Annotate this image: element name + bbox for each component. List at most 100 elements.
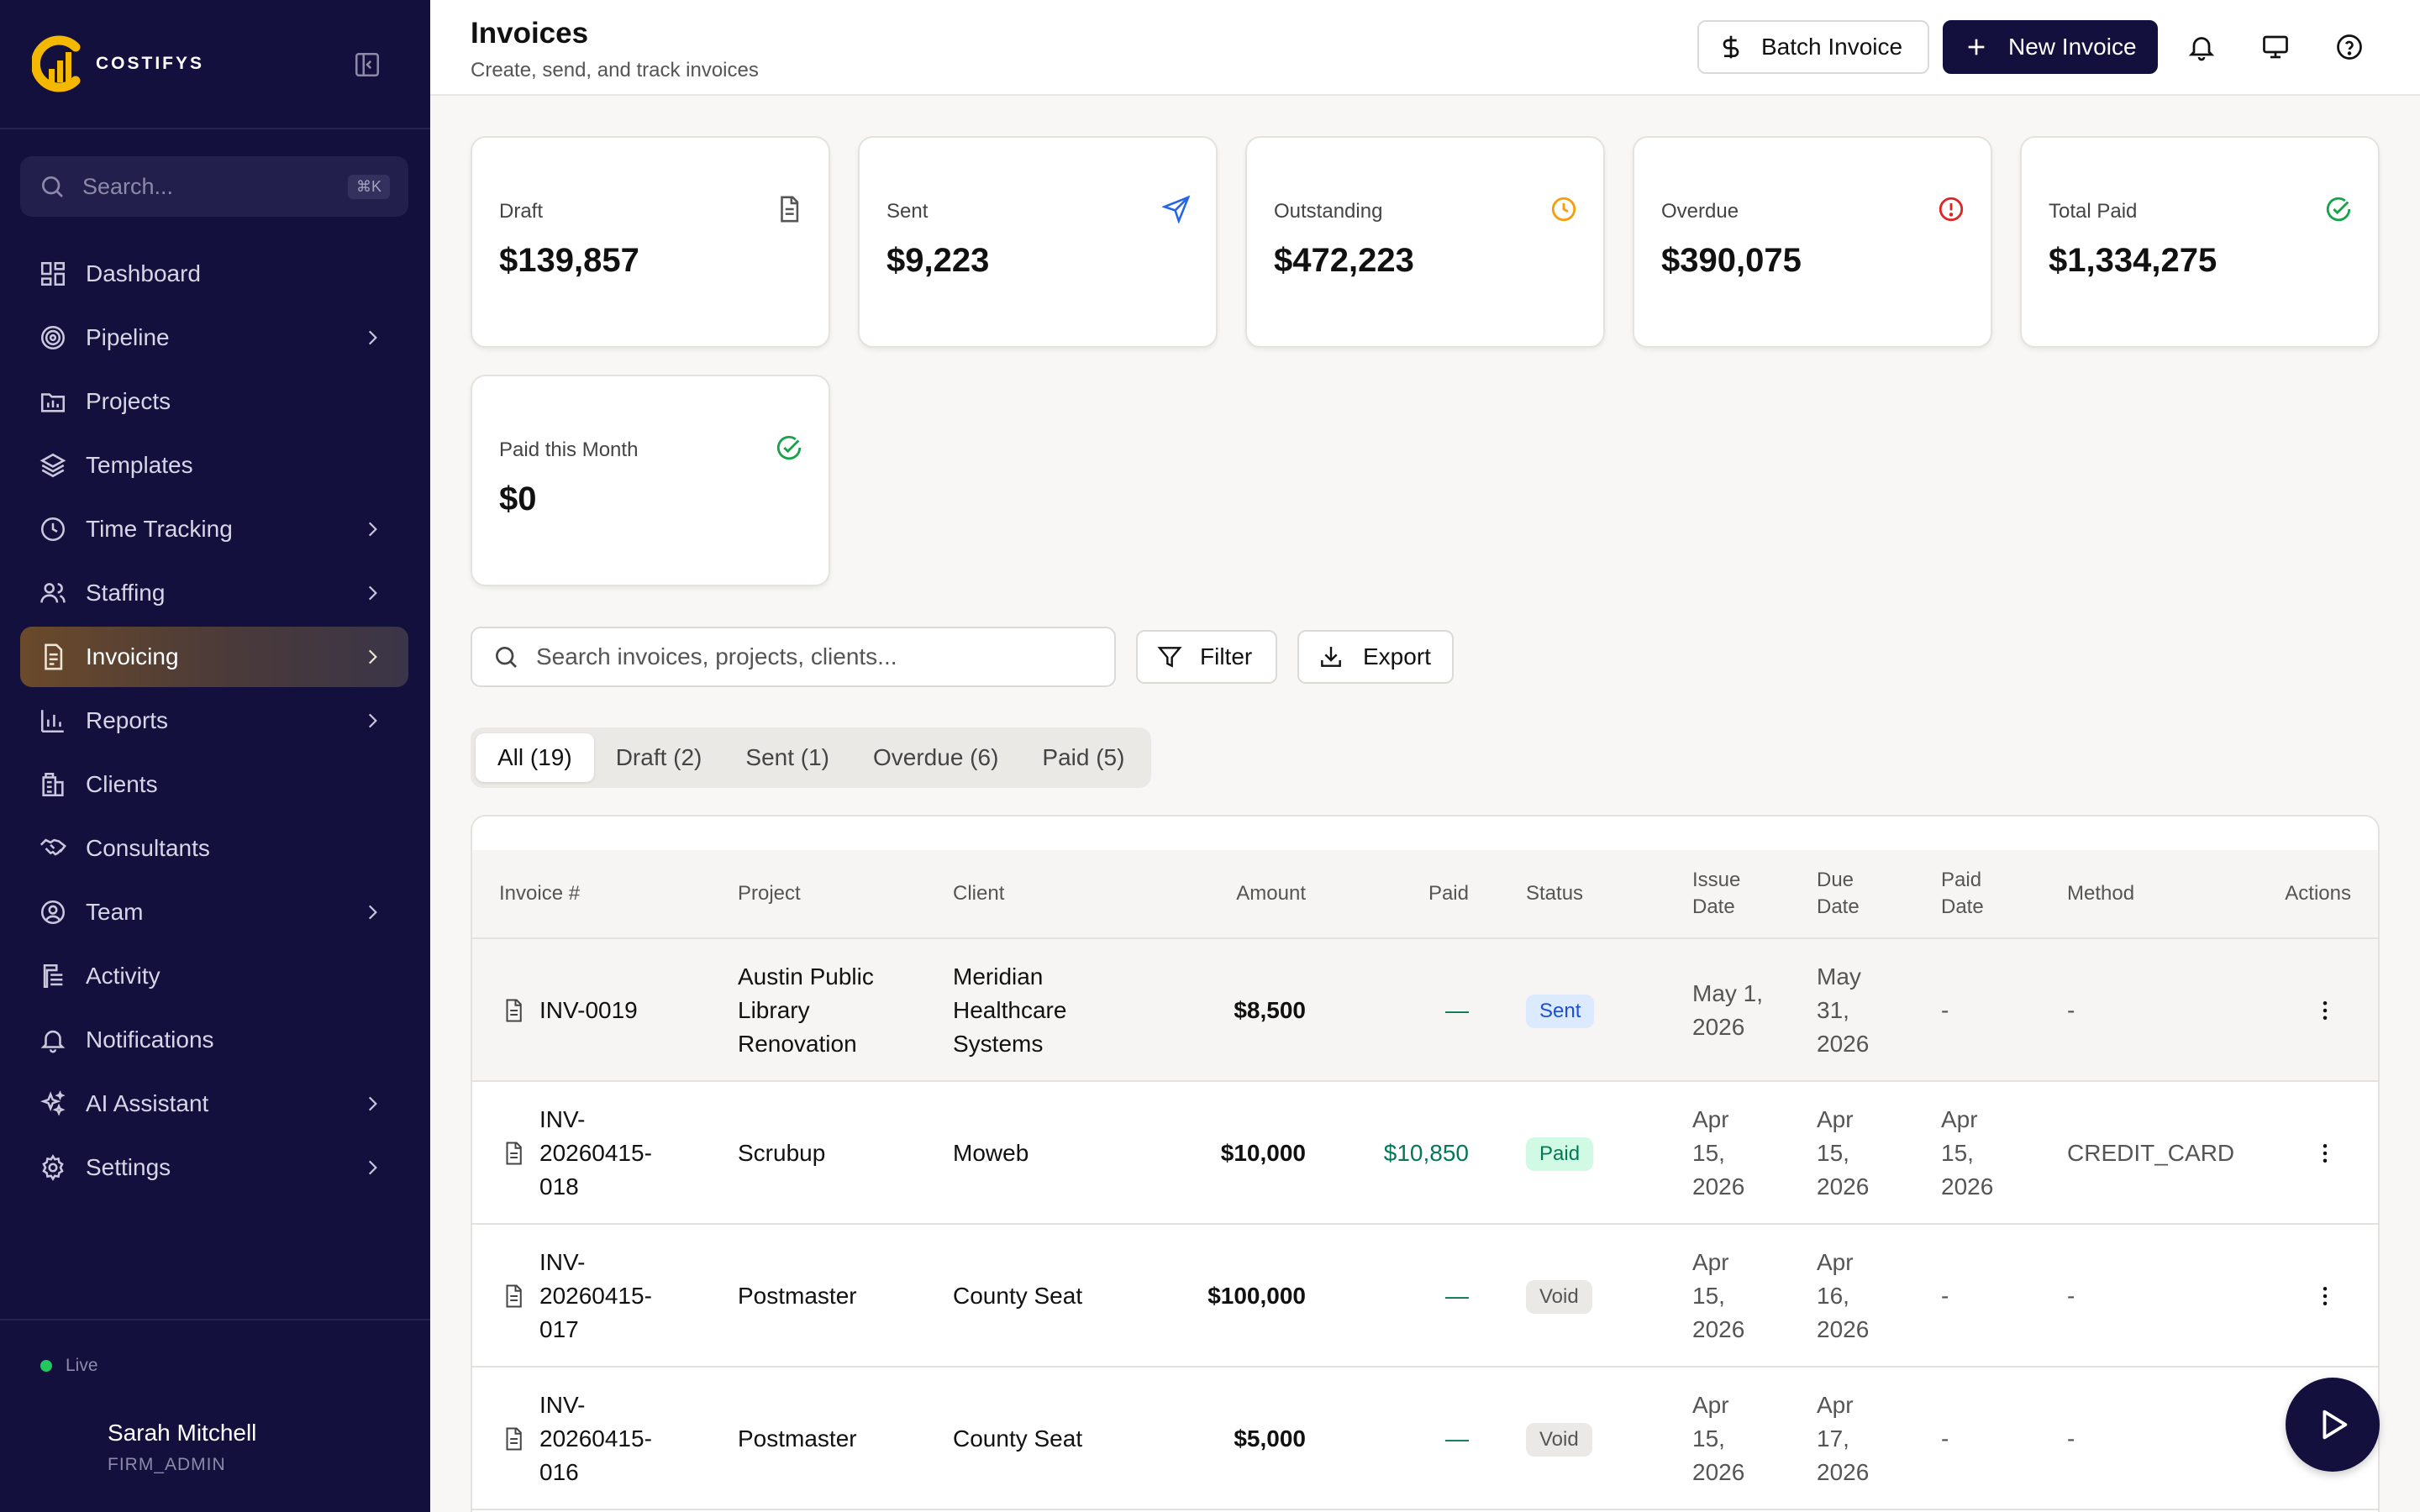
invoice-number[interactable]: INV- 20260415- 018 (539, 1103, 652, 1204)
monitor-icon[interactable] (2260, 32, 2291, 62)
paid-amount: $10,850 (1383, 1140, 1469, 1166)
sidebar-item-activity[interactable]: Activity (20, 946, 408, 1006)
sidebar-collapse-icon[interactable] (353, 50, 381, 79)
check-circle-icon (776, 435, 802, 460)
tab-draft[interactable]: Draft (2) (594, 733, 724, 782)
column-header[interactable]: Issue Date (1692, 867, 1740, 921)
client-name: Meridian Healthcare Systems (953, 963, 1067, 1057)
stat-value: $139,857 (499, 242, 639, 279)
sidebar-search[interactable]: Search... ⌘K (20, 156, 408, 217)
user-name: Sarah Mitchell (108, 1420, 257, 1446)
sidebar-item-label: Clients (86, 771, 158, 797)
tab-paid[interactable]: Paid (5) (1020, 733, 1146, 782)
sidebar-item-label: Pipeline (86, 324, 170, 350)
payment-method: - (2067, 1425, 2075, 1452)
sidebar-item-label: Reports (86, 707, 169, 733)
sidebar-item-label: Time Tracking (86, 516, 233, 542)
sidebar-item-clients[interactable]: Clients (20, 754, 408, 815)
bar-chart-icon (40, 710, 64, 733)
invoice-number[interactable]: INV-0019 (539, 994, 638, 1027)
column-header[interactable]: Project (738, 880, 801, 907)
column-header[interactable]: Due Date (1817, 867, 1860, 921)
sidebar-item-team[interactable]: Team (20, 882, 408, 942)
play-tour-button[interactable] (2286, 1378, 2380, 1472)
sidebar-item-label: Activity (86, 963, 160, 989)
plus-icon (1968, 39, 1985, 55)
sidebar-item-time-tracking[interactable]: Time Tracking (20, 499, 408, 559)
gear-icon (42, 1154, 64, 1181)
page-subtitle: Create, send, and track invoices (471, 59, 759, 81)
stat-label: Sent (886, 200, 929, 223)
table-row[interactable]: INV- 20260415- 018 Scrubup Moweb $10,000 $… (472, 1082, 2378, 1225)
chevron-right-icon (368, 1160, 377, 1175)
paid-date: - (1941, 1425, 1949, 1452)
table-row[interactable]: INV- 20260415- 017 Postmaster County Seat … (472, 1225, 2378, 1368)
sidebar-item-notifications[interactable]: Notifications (20, 1010, 408, 1070)
column-header[interactable]: Paid Date (1941, 867, 1984, 921)
sidebar-item-label: Team (86, 899, 144, 925)
chevron-right-icon (368, 585, 377, 601)
export-button[interactable]: Export (1297, 630, 1454, 684)
table-row[interactable]: INV-0019 Austin Public Library Renovation … (472, 939, 2378, 1082)
invoice-icon (45, 643, 63, 670)
help-icon[interactable] (2334, 32, 2365, 62)
user-profile[interactable]: Sarah Mitchell FIRM_ADMIN (108, 1420, 256, 1475)
invoice-amount: $8,500 (1234, 997, 1306, 1023)
sidebar-item-ai-assistant[interactable]: AI Assistant (20, 1074, 408, 1134)
brand[interactable]: COSTIFYS (32, 32, 204, 96)
status-tabs: All (19) Draft (2) Sent (1) Overdue (6) … (471, 727, 1152, 788)
column-header[interactable]: Method (2067, 880, 2134, 907)
stat-value: $1,334,275 (2049, 242, 2217, 279)
brand-name: COSTIFYS (96, 54, 205, 73)
sidebar-item-consultants[interactable]: Consultants (20, 818, 408, 879)
chevron-right-icon (368, 330, 377, 345)
table-row[interactable]: INV- 20260415- 016 Postmaster County Seat … (472, 1368, 2378, 1510)
filter-button[interactable]: Filter (1136, 630, 1277, 684)
due-date: Apr 16, 2026 (1817, 1249, 1870, 1342)
sidebar-item-staffing[interactable]: Staffing (20, 563, 408, 623)
bell-icon[interactable] (2186, 32, 2217, 62)
sidebar-item-label: Consultants (86, 835, 210, 861)
invoice-amount: $5,000 (1234, 1425, 1306, 1452)
sidebar-item-pipeline[interactable]: Pipeline (20, 307, 408, 368)
document-icon (506, 1284, 522, 1308)
sidebar-item-invoicing[interactable]: Invoicing (20, 627, 408, 687)
page-title: Invoices (471, 17, 589, 50)
batch-invoice-button[interactable]: Batch Invoice (1697, 20, 1929, 74)
alert-circle-icon (1939, 197, 1964, 222)
paid-date: - (1941, 997, 1949, 1023)
invoice-search[interactable] (471, 627, 1116, 687)
more-actions-icon[interactable] (2312, 1284, 2338, 1309)
sidebar-item-reports[interactable]: Reports (20, 690, 408, 751)
tab-sent[interactable]: Sent (1) (723, 733, 851, 782)
folder-chart-icon (40, 393, 66, 412)
column-header[interactable]: Status (1526, 880, 1583, 907)
column-header[interactable]: Paid (1428, 880, 1469, 907)
invoice-search-input[interactable] (536, 643, 1091, 670)
invoice-number[interactable]: INV- 20260415- 017 (539, 1246, 652, 1347)
issue-date: May 1, 2026 (1692, 980, 1764, 1040)
due-date: Apr 15, 2026 (1817, 1106, 1870, 1200)
handshake-icon (39, 838, 66, 856)
sidebar: COSTIFYS Search... ⌘K Dashboard Pipeline… (0, 0, 430, 1512)
column-header: Actions (2285, 882, 2351, 905)
tab-overdue[interactable]: Overdue (6) (851, 733, 1020, 782)
more-actions-icon[interactable] (2312, 998, 2338, 1023)
tab-all[interactable]: All (19) (476, 733, 594, 782)
sidebar-item-templates[interactable]: Templates (20, 435, 408, 496)
sidebar-item-dashboard[interactable]: Dashboard (20, 244, 408, 304)
sidebar-item-label: Invoicing (86, 643, 179, 669)
new-invoice-button[interactable]: New Invoice (1943, 20, 2158, 74)
invoice-number[interactable]: INV- 20260415- 016 (539, 1389, 652, 1489)
stat-label: Draft (499, 200, 544, 223)
column-header[interactable]: Client (953, 880, 1004, 907)
column-header[interactable]: Amount (1236, 880, 1306, 907)
client-name: County Seat (953, 1283, 1083, 1309)
column-header[interactable]: Invoice # (499, 880, 580, 907)
more-actions-icon[interactable] (2312, 1141, 2338, 1166)
sidebar-item-projects[interactable]: Projects (20, 371, 408, 432)
project-name: Scrubup (738, 1140, 826, 1166)
user-role: FIRM_ADMIN (108, 1455, 226, 1474)
sidebar-item-settings[interactable]: Settings (20, 1137, 408, 1198)
stat-label: Paid this Month (499, 438, 639, 461)
